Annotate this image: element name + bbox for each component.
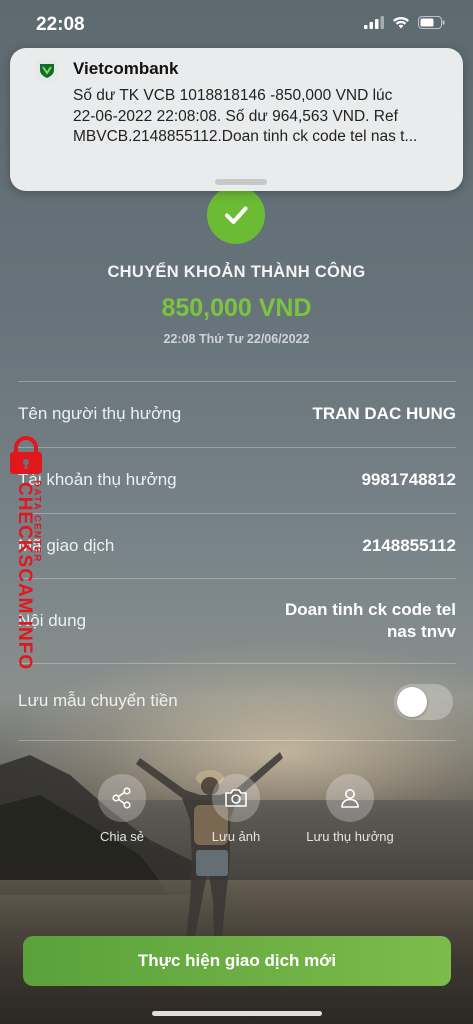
status-icons <box>364 16 445 29</box>
save-template-row: Lưu mẫu chuyển tiền <box>18 691 456 715</box>
success-checkmark-icon <box>207 186 265 244</box>
save-image-button[interactable]: Lưu ảnh <box>176 774 296 844</box>
notification-line: 22-06-2022 22:08:08. Số dư 964,563 VND. … <box>73 107 398 125</box>
share-icon-circle <box>98 774 146 822</box>
divider <box>18 381 456 382</box>
vietcombank-logo-icon <box>36 59 58 81</box>
save-beneficiary-label: Lưu thụ hưởng <box>306 829 394 844</box>
person-icon-circle <box>326 774 374 822</box>
save-template-label: Lưu mẫu chuyển tiền <box>18 691 178 710</box>
share-label: Chia sẻ <box>99 829 145 844</box>
beneficiary-account-value: 9981748812 <box>361 470 456 489</box>
transaction-id-value: 2148855112 <box>362 536 456 555</box>
save-template-toggle[interactable] <box>394 684 453 720</box>
save-beneficiary-button[interactable]: Lưu thụ hưởng <box>290 774 410 844</box>
divider <box>18 578 456 579</box>
push-notification[interactable]: Vietcombank Số dư TK VCB 1018818146 -850… <box>10 48 463 191</box>
status-time: 22:08 <box>36 14 85 35</box>
content-value-line: Doan tinh ck code tel <box>285 600 456 619</box>
detail-row-content: Nội dung Doan tinh ck code tel nas tnvv <box>18 599 456 645</box>
beneficiary-name-label: Tên người thụ hưởng <box>18 404 182 423</box>
divider <box>18 740 456 741</box>
notification-line: MBVCB.2148855112.Doan tinh ck code tel n… <box>73 128 418 145</box>
detail-row-beneficiary-name: Tên người thụ hưởng TRAN DAC HUNG <box>18 404 456 428</box>
camera-icon-circle <box>212 774 260 822</box>
watermark: CHECKSCAM.INFO DATA CENTER <box>2 436 54 670</box>
watermark-sub-text: DATA CENTER <box>31 480 43 563</box>
beneficiary-name-value: TRAN DAC HUNG <box>312 404 456 423</box>
content-value-line: nas tnvv <box>387 622 456 641</box>
checkmark-icon <box>225 206 248 224</box>
notification-line: Số dư TK VCB 1018818146 -850,000 VND lúc <box>73 87 393 104</box>
divider <box>18 663 456 664</box>
signal-icon <box>364 16 384 29</box>
success-title: CHUYỂN KHOẢN THÀNH CÔNG <box>107 263 366 281</box>
person-icon <box>341 789 359 808</box>
save-image-label: Lưu ảnh <box>211 829 261 844</box>
share-button[interactable]: Chia sẻ <box>62 774 182 844</box>
home-indicator[interactable] <box>152 1011 322 1016</box>
notification-body: Số dư TK VCB 1018818146 -850,000 VND lúc… <box>73 86 458 148</box>
wifi-icon <box>393 16 409 29</box>
new-transaction-button[interactable]: Thực hiện giao dịch mới <box>23 936 451 986</box>
transfer-datetime: 22:08 Thứ Tư 22/06/2022 <box>163 332 310 346</box>
detail-row-beneficiary-account: Tài khoản thụ hưởng 9981748812 <box>18 470 456 494</box>
divider <box>18 513 456 514</box>
toggle-knob <box>397 687 427 717</box>
status-bar: 22:08 <box>0 0 473 50</box>
camera-icon <box>225 789 247 807</box>
divider <box>18 447 456 448</box>
notification-handle[interactable] <box>215 179 267 185</box>
transfer-amount: 850,000 VND <box>161 294 312 322</box>
battery-icon <box>418 16 445 29</box>
share-icon <box>112 787 131 809</box>
content-value: Doan tinh ck code tel nas tnvv <box>285 599 456 643</box>
detail-row-transaction-id: Mã giao dịch 2148855112 <box>18 536 456 560</box>
notification-app-name: Vietcombank <box>73 59 179 78</box>
